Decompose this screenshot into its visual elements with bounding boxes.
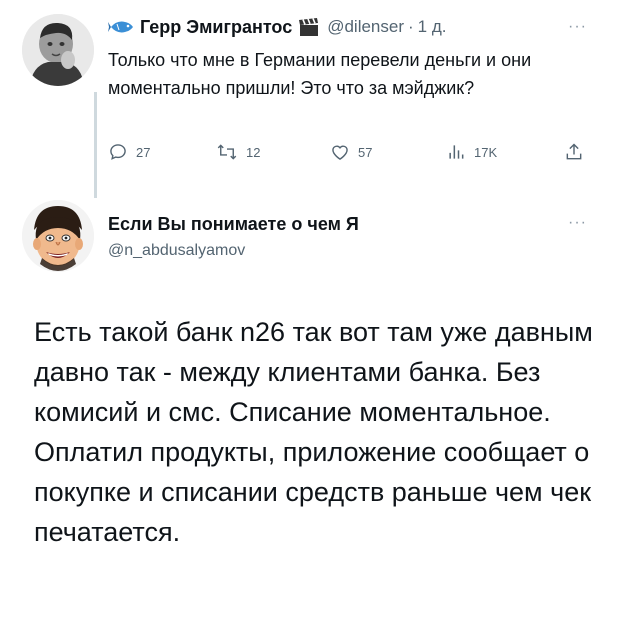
separator-dot: · — [408, 17, 414, 36]
retweet-button[interactable]: 12 — [216, 142, 260, 162]
like-count: 57 — [358, 144, 373, 160]
tweet1-author-name[interactable]: Герр Эмигрантос — [140, 17, 292, 38]
tweet1-handle[interactable]: @dilenser — [327, 17, 404, 37]
cartoon-face-avatar-icon — [22, 200, 94, 272]
fish-icon — [108, 19, 134, 35]
views-icon — [449, 145, 464, 159]
retweet-count: 12 — [246, 144, 261, 160]
tweet1-action-bar: 27 12 57 17K — [108, 142, 588, 168]
share-icon — [566, 143, 582, 160]
reply-icon — [110, 144, 126, 160]
tweet2-handle[interactable]: @n_abdusalyamov — [108, 242, 245, 260]
share-button[interactable] — [564, 142, 592, 162]
tweet2-author-name[interactable]: Если Вы понимаете о чем Я — [108, 214, 359, 235]
like-button[interactable]: 57 — [330, 142, 372, 162]
tweet1-text: Только что мне в Германии перевели деньг… — [108, 50, 532, 98]
views-count: 17K — [474, 144, 498, 160]
retweet-icon — [217, 144, 237, 160]
more-options-button-2[interactable]: ··· — [568, 214, 587, 232]
reply-button[interactable]: 27 — [108, 142, 150, 162]
tweet2-text: Есть такой банк n26 так вот там уже давн… — [34, 317, 593, 547]
views-button[interactable]: 17K — [446, 142, 497, 162]
tweet1-time[interactable]: 1 д. — [418, 17, 447, 37]
author-avatar-2[interactable] — [22, 200, 94, 272]
more-options-button[interactable]: ··· — [568, 18, 587, 36]
clapperboard-icon — [298, 17, 320, 37]
avatar-photo-icon — [22, 14, 94, 86]
tweet1-header: Герр Эмигрантос @dilenser · 1 д. — [108, 14, 447, 40]
thread-line — [94, 92, 97, 198]
reply-count: 27 — [136, 144, 151, 160]
author-avatar[interactable] — [22, 14, 94, 86]
like-icon — [332, 145, 348, 160]
